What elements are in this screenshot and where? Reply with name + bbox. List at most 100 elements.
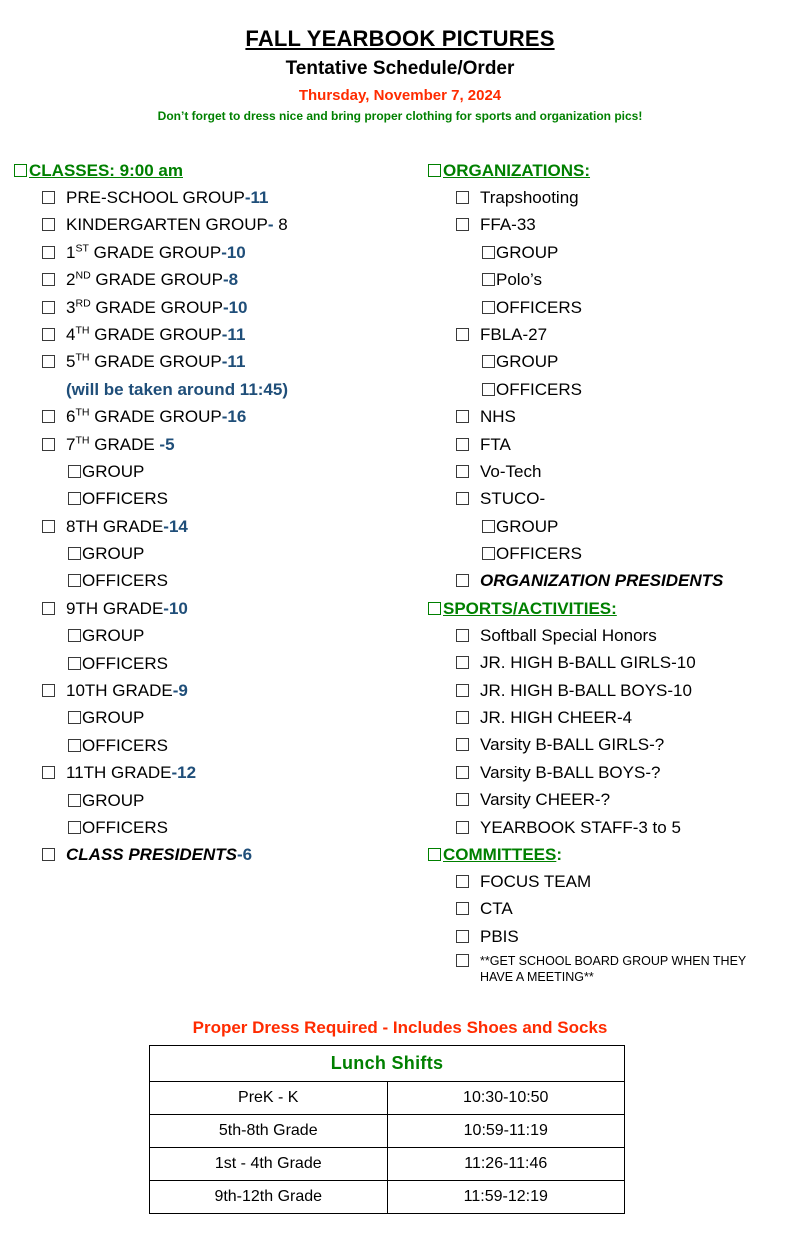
checkbox-icon[interactable] — [428, 601, 441, 615]
checkbox-icon[interactable] — [428, 164, 441, 177]
checkbox-icon[interactable] — [68, 464, 81, 478]
checkbox-icon[interactable] — [42, 245, 55, 259]
checklist-item[interactable]: GROUP — [14, 704, 414, 731]
checklist-item[interactable]: 6TH GRADE GROUP-16 — [14, 403, 414, 430]
checkbox-icon[interactable] — [482, 300, 495, 314]
checkbox-icon[interactable] — [42, 684, 55, 698]
checkbox-icon[interactable] — [482, 273, 495, 287]
checkbox-icon[interactable] — [42, 410, 55, 424]
checklist-item[interactable]: JR. HIGH B-BALL GIRLS-10 — [428, 649, 800, 676]
checkbox-icon[interactable] — [42, 601, 55, 615]
checklist-item[interactable]: 10TH GRADE-9 — [14, 677, 414, 704]
checklist-item[interactable]: GROUP — [428, 513, 800, 540]
checkbox-icon[interactable] — [68, 492, 81, 506]
checklist-item[interactable]: JR. HIGH B-BALL BOYS-10 — [428, 677, 800, 704]
checkbox-icon[interactable] — [68, 656, 81, 670]
checkbox-icon[interactable] — [456, 628, 469, 642]
checkbox-icon[interactable] — [482, 245, 495, 259]
checklist-item[interactable]: OFFICERS — [14, 732, 414, 759]
checkbox-icon[interactable] — [68, 574, 81, 588]
checklist-item[interactable]: KINDERGARTEN GROUP- 8 — [14, 211, 414, 238]
checkbox-icon[interactable] — [456, 191, 469, 204]
checkbox-icon[interactable] — [68, 547, 81, 561]
checkbox-icon[interactable] — [456, 574, 469, 588]
checkbox-icon[interactable] — [14, 164, 27, 177]
checklist-item[interactable]: FFA-33 — [428, 211, 800, 238]
checklist-item[interactable]: 5TH GRADE GROUP-11 — [14, 348, 414, 375]
checklist-item[interactable]: **GET SCHOOL BOARD GROUP WHEN THEY HAVE … — [428, 950, 800, 985]
checklist-item[interactable]: 7TH GRADE -5 — [14, 431, 414, 458]
checkbox-icon[interactable] — [456, 902, 469, 916]
checkbox-icon[interactable] — [456, 874, 469, 888]
checklist-item[interactable]: GROUP — [428, 348, 800, 375]
checklist-item[interactable]: 3RD GRADE GROUP-10 — [14, 294, 414, 321]
checklist-item[interactable]: PRE-SCHOOL GROUP-11 — [14, 184, 414, 211]
checklist-item[interactable]: PBIS — [428, 923, 800, 950]
checkbox-icon[interactable] — [42, 519, 55, 533]
checkbox-icon[interactable] — [456, 464, 469, 478]
checkbox-icon[interactable] — [42, 273, 55, 287]
checklist-item[interactable]: NHS — [428, 403, 800, 430]
checklist-item[interactable]: FBLA-27 — [428, 321, 800, 348]
checklist-item[interactable]: OFFICERS — [428, 294, 800, 321]
checklist-item[interactable]: YEARBOOK STAFF-3 to 5 — [428, 814, 800, 841]
checklist-item[interactable]: GROUP — [428, 239, 800, 266]
checkbox-icon[interactable] — [42, 191, 55, 204]
checklist-item[interactable]: Polo’s — [428, 266, 800, 293]
checkbox-icon[interactable] — [42, 218, 55, 232]
checklist-item[interactable]: GROUP — [14, 540, 414, 567]
section-header-sports-activities[interactable]: SPORTS/ACTIVITIES: — [428, 595, 800, 622]
section-header-classes-9-00-am[interactable]: CLASSES: 9:00 am — [14, 157, 414, 184]
checkbox-icon[interactable] — [68, 820, 81, 834]
checkbox-icon[interactable] — [456, 683, 469, 697]
checklist-item[interactable]: Varsity B-BALL GIRLS-? — [428, 731, 800, 758]
checkbox-icon[interactable] — [68, 793, 81, 807]
checklist-item[interactable]: 4TH GRADE GROUP-11 — [14, 321, 414, 348]
checkbox-icon[interactable] — [482, 382, 495, 396]
checklist-item[interactable]: GROUP — [14, 622, 414, 649]
checklist-item[interactable]: JR. HIGH CHEER-4 — [428, 704, 800, 731]
checklist-item[interactable]: Varsity B-BALL BOYS-? — [428, 759, 800, 786]
checkbox-icon[interactable] — [456, 765, 469, 779]
checklist-item[interactable]: OFFICERS — [14, 567, 414, 594]
checkbox-icon[interactable] — [42, 437, 55, 451]
section-header-committees[interactable]: COMMITTEES: — [428, 841, 800, 868]
checklist-item[interactable]: 11TH GRADE-12 — [14, 759, 414, 786]
checkbox-icon[interactable] — [456, 711, 469, 725]
checkbox-icon[interactable] — [42, 848, 55, 862]
checkbox-icon[interactable] — [456, 410, 469, 424]
checkbox-icon[interactable] — [456, 793, 469, 807]
checklist-item[interactable]: Varsity CHEER-? — [428, 786, 800, 813]
checklist-item[interactable]: OFFICERS — [428, 376, 800, 403]
checklist-item[interactable]: OFFICERS — [14, 485, 414, 512]
checkbox-icon[interactable] — [456, 437, 469, 451]
checkbox-icon[interactable] — [482, 547, 495, 561]
checklist-item[interactable]: Softball Special Honors — [428, 622, 800, 649]
checkbox-icon[interactable] — [482, 519, 495, 533]
checkbox-icon[interactable] — [456, 656, 469, 670]
checkbox-icon[interactable] — [68, 738, 81, 752]
checkbox-icon[interactable] — [68, 711, 81, 725]
checkbox-icon[interactable] — [456, 738, 469, 752]
checkbox-icon[interactable] — [68, 629, 81, 643]
checklist-item[interactable]: OFFICERS — [14, 650, 414, 677]
checklist-item[interactable]: STUCO- — [428, 485, 800, 512]
checkbox-icon[interactable] — [456, 820, 469, 834]
checklist-item[interactable]: 9TH GRADE-10 — [14, 595, 414, 622]
checkbox-icon[interactable] — [456, 492, 469, 506]
checkbox-icon[interactable] — [456, 327, 469, 341]
checklist-item[interactable]: Trapshooting — [428, 184, 800, 211]
checkbox-icon[interactable] — [428, 847, 441, 861]
checklist-item[interactable]: FTA — [428, 431, 800, 458]
checklist-item[interactable]: Vo-Tech — [428, 458, 800, 485]
checklist-item[interactable]: OFFICERS — [14, 814, 414, 841]
checklist-item[interactable]: 2ND GRADE GROUP-8 — [14, 266, 414, 293]
checklist-item[interactable]: GROUP — [14, 787, 414, 814]
checklist-item[interactable]: CLASS PRESIDENTS-6 — [14, 841, 414, 868]
checkbox-icon[interactable] — [42, 766, 55, 780]
checklist-item[interactable]: GROUP — [14, 458, 414, 485]
checkbox-icon[interactable] — [456, 954, 469, 968]
checklist-item[interactable]: FOCUS TEAM — [428, 868, 800, 895]
checklist-item[interactable]: 1ST GRADE GROUP-10 — [14, 239, 414, 266]
checklist-item[interactable]: CTA — [428, 895, 800, 922]
